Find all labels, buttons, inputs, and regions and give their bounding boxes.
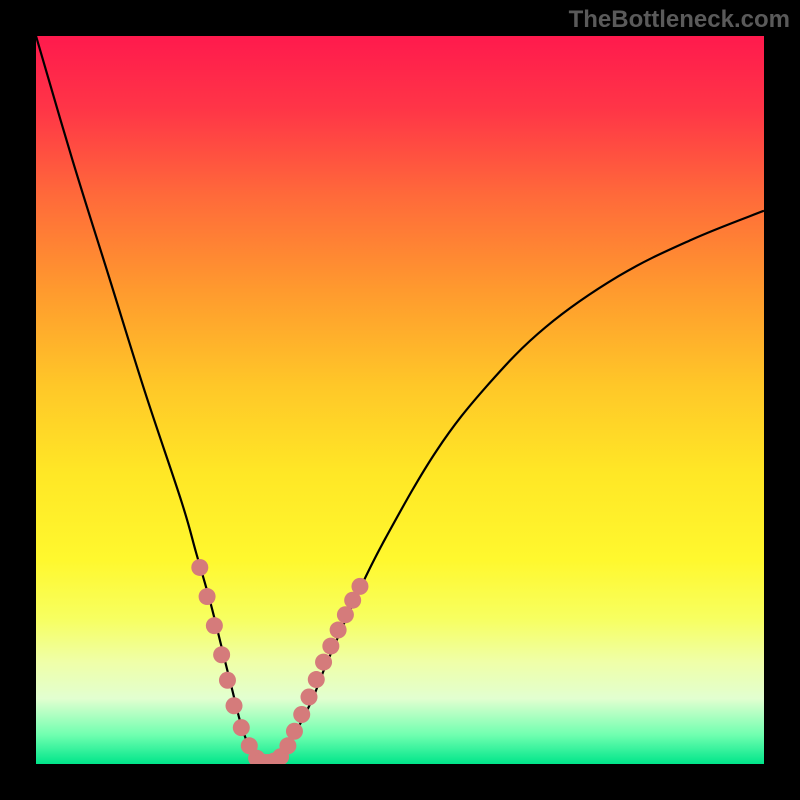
data-dot bbox=[293, 706, 310, 723]
data-dot bbox=[199, 588, 216, 605]
data-dot bbox=[315, 654, 332, 671]
data-dot bbox=[213, 646, 230, 663]
data-dot bbox=[219, 672, 236, 689]
data-dot bbox=[308, 671, 325, 688]
data-dot bbox=[322, 638, 339, 655]
plot-svg bbox=[36, 36, 764, 764]
plot-area bbox=[36, 36, 764, 764]
data-dot bbox=[330, 622, 347, 639]
data-dot bbox=[286, 723, 303, 740]
watermark-text: TheBottleneck.com bbox=[569, 6, 790, 34]
data-dot bbox=[279, 737, 296, 754]
data-dot bbox=[191, 559, 208, 576]
data-dot bbox=[233, 719, 250, 736]
data-dot bbox=[226, 697, 243, 714]
data-dot bbox=[351, 578, 368, 595]
data-dot bbox=[301, 689, 318, 706]
chart-canvas: TheBottleneck.com bbox=[0, 0, 800, 800]
gradient-bg bbox=[36, 36, 764, 764]
data-dot bbox=[206, 617, 223, 634]
data-dot bbox=[337, 606, 354, 623]
